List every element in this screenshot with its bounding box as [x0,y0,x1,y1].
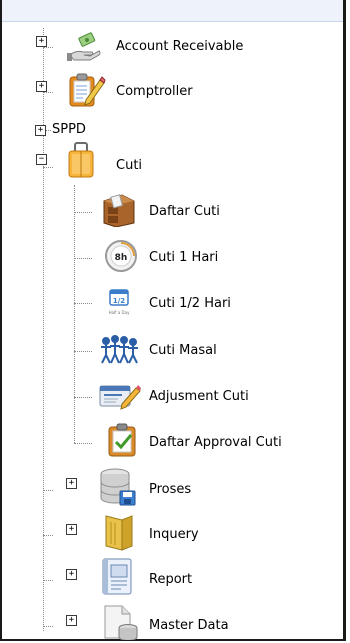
database-icon [100,468,136,506]
expand-toggle[interactable]: + [66,569,77,580]
clock-8h-icon: 8h [105,240,137,272]
report-book-icon [102,558,132,595]
suitcase-icon [68,142,94,178]
tree-node-master-data[interactable]: + Master Data [2,605,302,640]
people-group-icon [101,335,138,364]
expand-toggle[interactable]: + [66,615,77,626]
tree-node-label: Adjusment Cuti [149,389,249,404]
tree-node-label: Comptroller [116,84,193,99]
tree-node-proses[interactable]: + Proses [2,468,302,506]
money-hand-icon [67,32,101,61]
document-database-icon [104,605,138,640]
tree-node-label: Cuti [116,158,143,173]
expand-toggle[interactable]: + [36,81,47,92]
tree-node-label: Account Receivable [116,39,244,54]
expand-toggle[interactable]: + [36,36,47,47]
clipboard-pencil-icon [69,73,106,107]
calendar-half-day-icon: 1/2 Half a Day [109,289,131,315]
tree-node-cuti-1-hari[interactable]: 8h Cuti 1 Hari [2,240,302,272]
calendar-caption-text: Half a Day [109,310,131,315]
tree-node-report[interactable]: + Report [2,558,302,595]
tree-node-label: SPPD [52,122,86,137]
tree-node-daftar-cuti[interactable]: Daftar Cuti [2,194,302,227]
clock-8h-label: 8h [115,253,128,263]
folder-icon [105,515,133,551]
tree-node-daftar-approval-cuti[interactable]: Daftar Approval Cuti [2,423,342,457]
tree-node-cuti-half-hari[interactable]: 1/2 Half a Day Cuti 1/2 Hari [2,288,302,318]
tree-node-label: Cuti Masal [149,343,217,358]
tree-node-inquery[interactable]: + Inquery [2,515,302,551]
tree-node-sppd[interactable]: + SPPD [2,116,202,146]
clipboard-check-icon [108,423,136,457]
tree-node-label: Inquery [149,527,199,542]
collapse-toggle[interactable]: − [36,154,47,165]
tree-node-adjusment-cuti[interactable]: Adjusment Cuti [2,381,322,411]
expand-toggle[interactable]: + [66,524,77,535]
tree-node-label: Cuti 1/2 Hari [149,296,231,311]
tree-node-label: Cuti 1 Hari [149,250,219,265]
tree-node-label: Daftar Cuti [149,204,220,219]
tree-node-cuti-masal[interactable]: Cuti Masal [2,335,302,365]
expand-toggle[interactable]: + [66,478,77,489]
tree-node-account-receivable[interactable]: + Account Receivable [2,32,342,62]
navigation-tree: + Account Receivable + Comptroller + SPP… [0,0,346,641]
file-cabinet-icon [103,194,135,227]
tree-node-label: Daftar Approval Cuti [149,435,282,450]
tree-node-label: Proses [149,482,192,497]
tree-node-label: Report [149,572,193,587]
card-pencil-icon [99,385,141,410]
expand-toggle[interactable]: + [35,125,46,136]
calendar-fraction-text: 1/2 [113,297,125,305]
tree-node-comptroller[interactable]: + Comptroller [2,73,342,107]
tree-node-label: Master Data [149,618,229,633]
tree-node-cuti[interactable]: − Cuti [2,142,202,180]
tree-header-band [2,0,343,22]
